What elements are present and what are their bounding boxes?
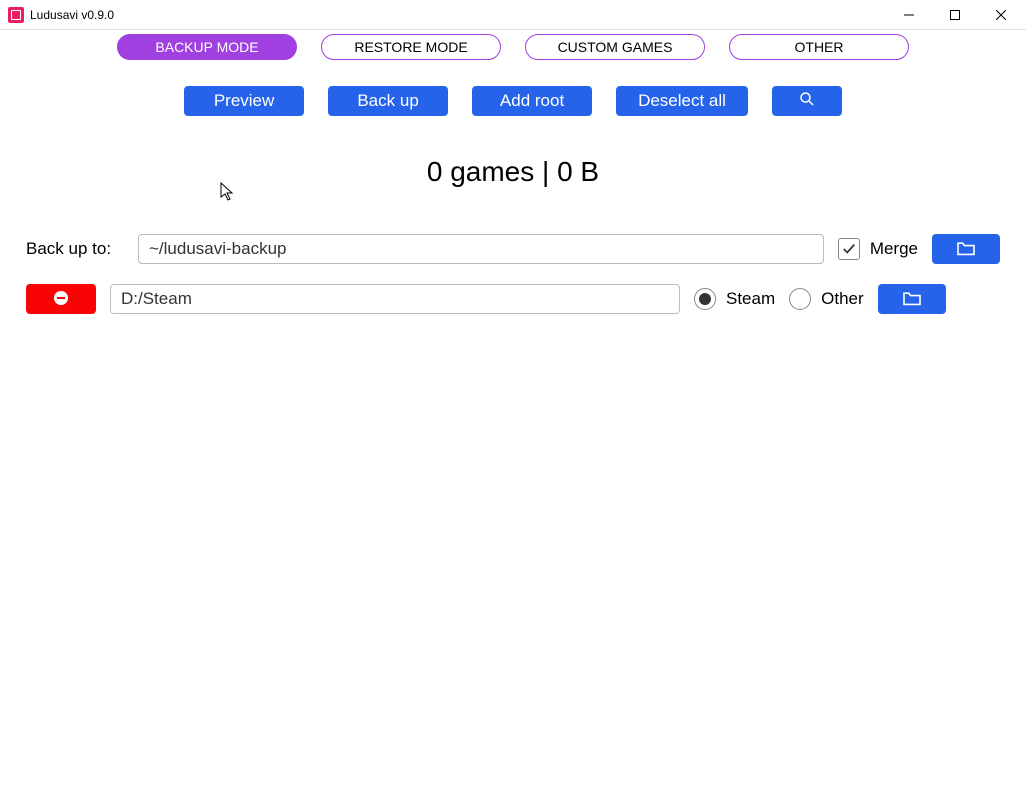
remove-root-button[interactable] [26,284,96,314]
root-type-steam-radio[interactable] [694,288,716,310]
search-button[interactable] [772,86,842,116]
tab-custom-games[interactable]: CUSTOM GAMES [525,34,705,60]
window-title: Ludusavi v0.9.0 [30,8,114,22]
tab-restore-mode[interactable]: RESTORE MODE [321,34,501,60]
merge-label: Merge [870,239,918,259]
titlebar: Ludusavi v0.9.0 [0,0,1026,30]
root-type-radio-group: Steam Other [694,288,864,310]
folder-icon [956,240,976,259]
backup-to-row: Back up to: Merge [26,234,1000,264]
root-type-other-label: Other [821,289,864,309]
minimize-button[interactable] [886,0,932,30]
tab-other[interactable]: OTHER [729,34,909,60]
backup-to-input[interactable] [138,234,824,264]
tab-backup-mode[interactable]: BACKUP MODE [117,34,297,60]
search-icon [798,90,816,113]
app-icon [8,7,24,23]
deselect-all-button[interactable]: Deselect all [616,86,748,116]
root-type-other-radio[interactable] [789,288,811,310]
backup-button[interactable]: Back up [328,86,448,116]
browse-backup-dir-button[interactable] [932,234,1000,264]
preview-button[interactable]: Preview [184,86,304,116]
browse-root-dir-button[interactable] [878,284,946,314]
backup-to-label: Back up to: [26,239,124,259]
folder-icon [902,290,922,309]
mode-tabs: BACKUP MODE RESTORE MODE CUSTOM GAMES OT… [26,30,1000,60]
maximize-button[interactable] [932,0,978,30]
actions-row: Preview Back up Add root Deselect all [26,86,1000,116]
close-button[interactable] [978,0,1024,30]
remove-icon [53,290,69,309]
titlebar-left: Ludusavi v0.9.0 [8,7,114,23]
status-summary: 0 games | 0 B [26,156,1000,188]
root-path-input[interactable] [110,284,680,314]
root-type-steam-label: Steam [726,289,775,309]
merge-checkbox[interactable] [838,238,860,260]
window-controls [886,0,1024,30]
add-root-button[interactable]: Add root [472,86,592,116]
root-row: Steam Other [26,284,1000,314]
